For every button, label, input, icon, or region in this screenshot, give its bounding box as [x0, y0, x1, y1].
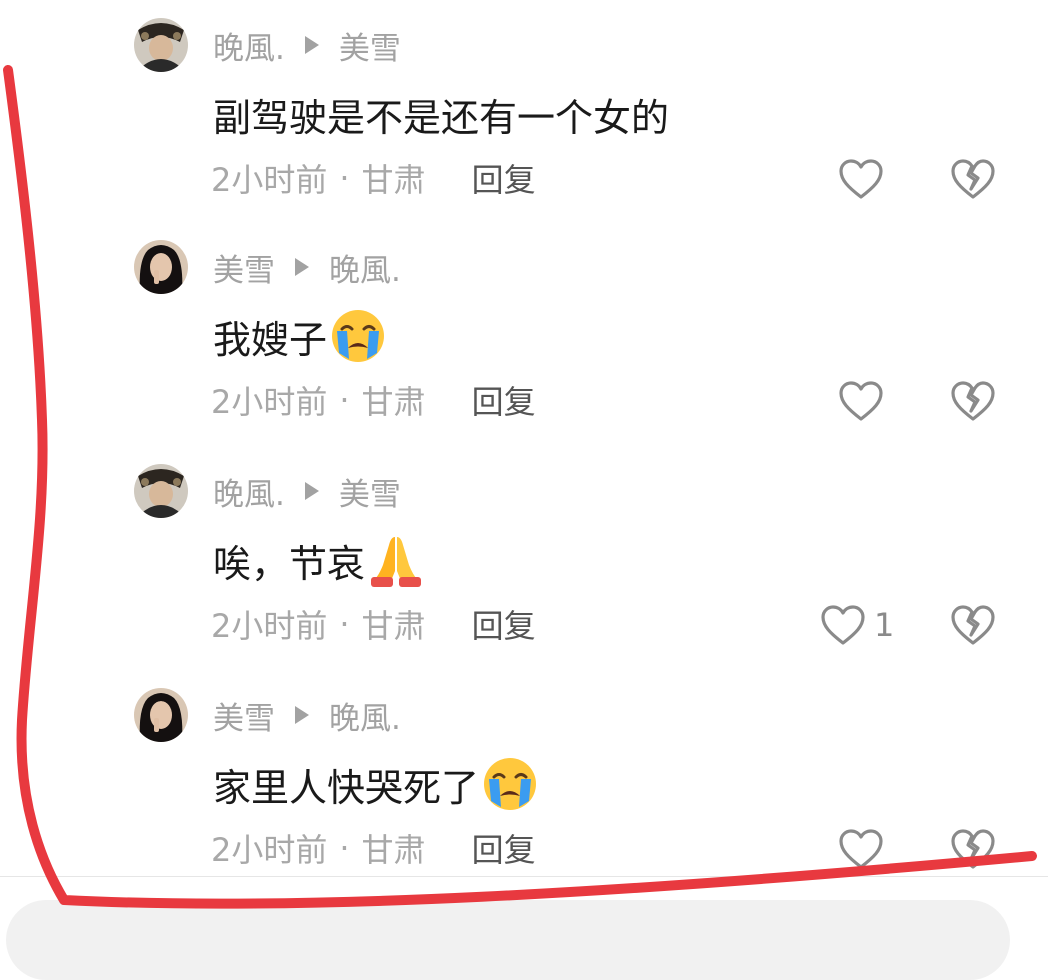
- dislike-button[interactable]: [950, 378, 996, 424]
- comment-meta: 2小时前 · 甘肃 回复: [211, 824, 536, 872]
- avatar[interactable]: [134, 18, 188, 72]
- reply-button[interactable]: 回复: [472, 377, 536, 423]
- avatar[interactable]: [134, 240, 188, 294]
- author-name[interactable]: 美雪: [213, 693, 275, 738]
- avatar[interactable]: [134, 688, 188, 742]
- meta-separator: ·: [339, 829, 350, 867]
- dislike-button[interactable]: [950, 826, 996, 872]
- comment-text: 唉，节哀: [213, 530, 425, 590]
- loudly-crying-face-icon: [329, 307, 387, 365]
- reply-button[interactable]: 回复: [472, 601, 536, 647]
- author-name[interactable]: 美雪: [213, 245, 275, 290]
- heart-outline-icon: [839, 829, 883, 869]
- comment-names: 美雪 晚風.: [213, 244, 401, 290]
- comment-item: 美雪 晚風. 我嫂子 2小时前 · 甘肃 回复: [0, 222, 1048, 446]
- like-button[interactable]: 1: [820, 602, 894, 648]
- dislike-button[interactable]: [950, 602, 996, 648]
- meta-separator: ·: [339, 605, 350, 643]
- like-button[interactable]: [838, 826, 884, 872]
- comment-location: 甘肃: [361, 607, 426, 645]
- play-arrow-icon: [304, 482, 319, 500]
- comment-meta: 2小时前 · 甘肃 回复: [211, 154, 536, 202]
- comment-names: 美雪 晚風.: [213, 692, 401, 738]
- comment-body: 唉，节哀: [213, 541, 366, 586]
- reply-button[interactable]: 回复: [472, 155, 536, 201]
- play-arrow-icon: [295, 706, 309, 724]
- comment-location: 甘肃: [361, 831, 426, 869]
- play-arrow-icon: [295, 258, 309, 276]
- comment-text: 副驾驶是不是还有一个女的: [213, 84, 669, 144]
- comment-time: 2小时前: [211, 161, 328, 199]
- comment-body: 家里人快哭死了: [213, 765, 480, 810]
- comment-body: 副驾驶是不是还有一个女的: [213, 95, 670, 140]
- reply-to-name[interactable]: 美雪: [339, 23, 401, 68]
- reply-button[interactable]: 回复: [472, 825, 536, 871]
- meta-separator: ·: [339, 381, 350, 419]
- author-name[interactable]: 晚風.: [213, 23, 285, 68]
- comment-names: 晚風. 美雪: [213, 22, 401, 68]
- reply-to-name[interactable]: 晚風.: [329, 245, 401, 290]
- broken-heart-outline-icon: [951, 605, 995, 645]
- comment-text: 家里人快哭死了: [213, 754, 539, 814]
- like-button[interactable]: [838, 156, 884, 202]
- heart-outline-icon: [839, 381, 883, 421]
- heart-outline-icon: [839, 159, 883, 199]
- like-count: 1: [874, 606, 895, 644]
- play-arrow-icon: [304, 36, 319, 54]
- comment-location: 甘肃: [361, 383, 426, 421]
- avatar[interactable]: [134, 464, 188, 518]
- heart-outline-icon: [821, 605, 865, 645]
- divider: [0, 876, 1048, 877]
- folded-hands-icon: [367, 531, 425, 589]
- broken-heart-outline-icon: [951, 381, 995, 421]
- broken-heart-outline-icon: [951, 829, 995, 869]
- reply-to-name[interactable]: 晚風.: [329, 693, 401, 738]
- comment-time: 2小时前: [211, 383, 328, 421]
- comment-meta: 2小时前 · 甘肃 回复: [211, 600, 536, 648]
- comment-item: 晚風. 美雪 唉，节哀 2小时前 · 甘肃 回复 1: [0, 446, 1048, 670]
- dislike-button[interactable]: [950, 156, 996, 202]
- comment-item: 美雪 晚風. 家里人快哭死了 2小时前 · 甘肃 回复: [0, 670, 1048, 894]
- comment-item: 晚風. 美雪 副驾驶是不是还有一个女的 2小时前 · 甘肃 回复: [0, 0, 1048, 224]
- comment-location: 甘肃: [361, 161, 426, 199]
- author-name[interactable]: 晚風.: [213, 469, 285, 514]
- comment-body: 我嫂子: [213, 317, 328, 362]
- loudly-crying-face-icon: [481, 755, 539, 813]
- comment-text: 我嫂子: [213, 306, 387, 366]
- comment-names: 晚風. 美雪: [213, 468, 401, 514]
- meta-separator: ·: [339, 159, 350, 197]
- comment-time: 2小时前: [211, 607, 328, 645]
- comment-input-bar[interactable]: [6, 900, 1010, 980]
- reply-to-name[interactable]: 美雪: [339, 469, 401, 514]
- like-button[interactable]: [838, 378, 884, 424]
- comment-time: 2小时前: [211, 831, 328, 869]
- broken-heart-outline-icon: [951, 159, 995, 199]
- comment-meta: 2小时前 · 甘肃 回复: [211, 376, 536, 424]
